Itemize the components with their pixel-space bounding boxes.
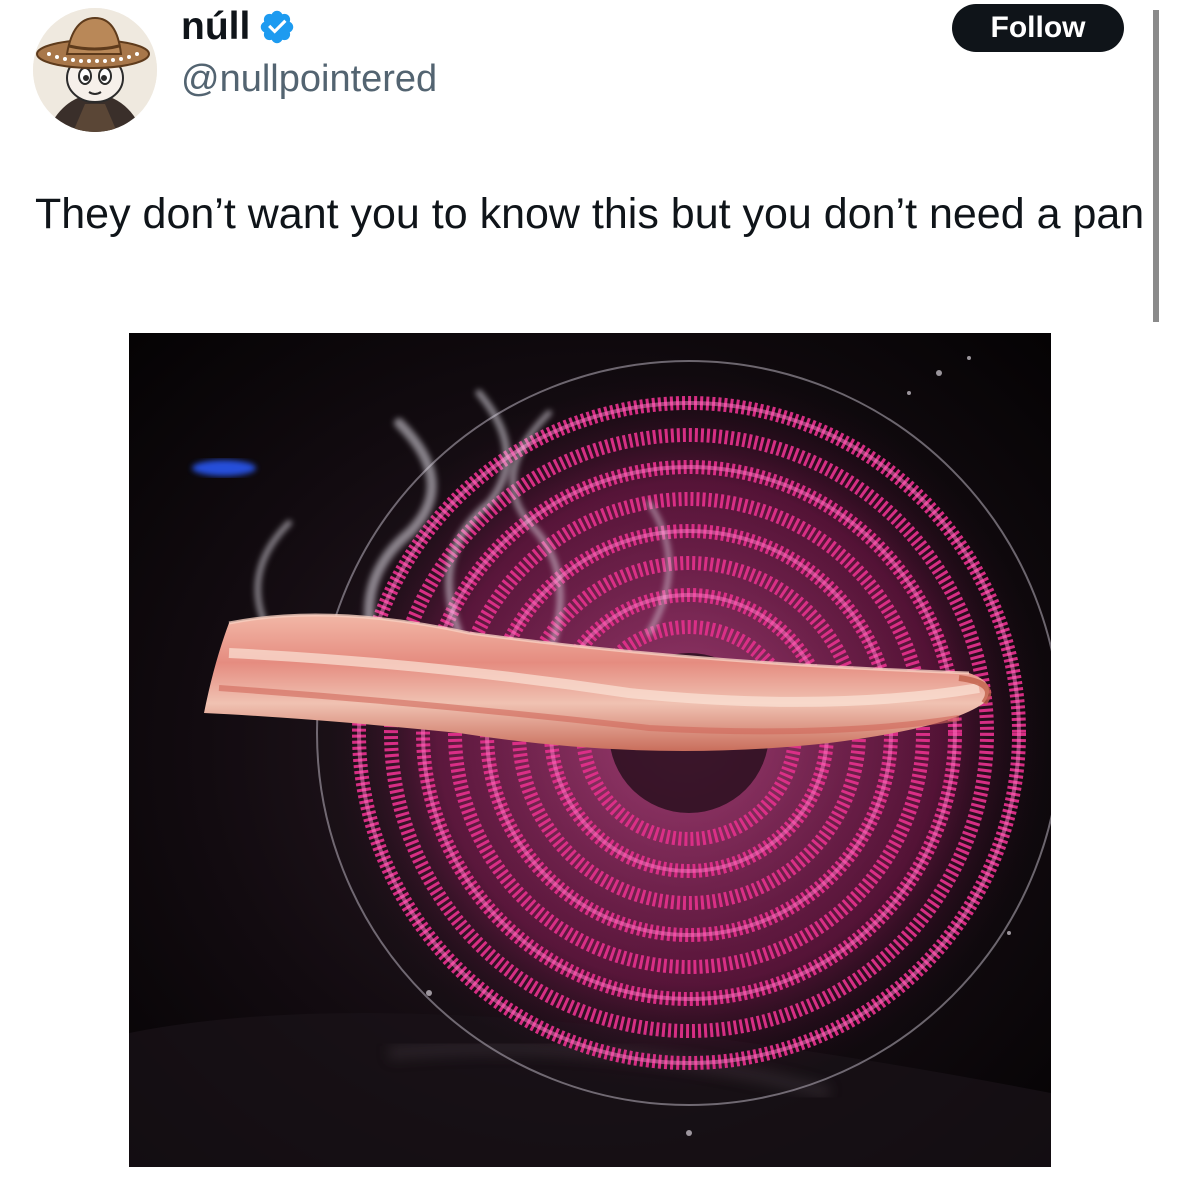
tweet-text: They don’t want you to know this but you… [35,190,1145,238]
tweet-media-image[interactable] [129,333,1051,1167]
author-display-name-row[interactable]: núll [181,4,296,50]
author-handle[interactable]: @nullpointered [181,56,437,102]
cartoon-sombrero-avatar [33,8,157,132]
verified-badge-icon [258,8,296,46]
author-display-name[interactable]: núll [181,4,250,50]
follow-button[interactable]: Follow [952,4,1124,52]
avatar[interactable] [33,8,157,132]
scrollbar[interactable] [1153,10,1159,322]
bacon-on-stove-photo [129,333,1051,1167]
